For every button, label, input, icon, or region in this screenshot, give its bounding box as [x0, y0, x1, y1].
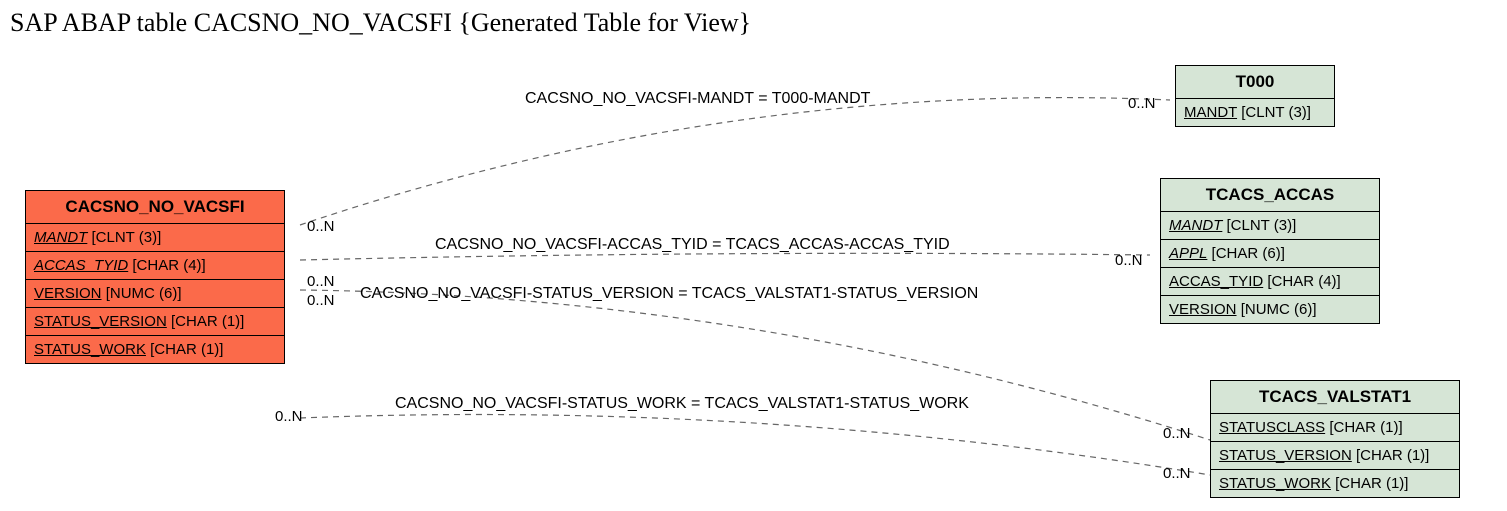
er-diagram: SAP ABAP table CACSNO_NO_VACSFI {Generat… [0, 0, 1507, 511]
field-row: STATUS_WORK [CHAR (1)] [26, 336, 284, 363]
field-row: ACCAS_TYID [CHAR (4)] [1161, 268, 1379, 296]
field-row: MANDT [CLNT (3)] [1176, 99, 1334, 126]
field-row: MANDT [CLNT (3)] [1161, 212, 1379, 240]
entity-header: TCACS_ACCAS [1161, 179, 1379, 212]
entity-header: T000 [1176, 66, 1334, 99]
relation-label: CACSNO_NO_VACSFI-STATUS_VERSION = TCACS_… [360, 285, 978, 303]
entity-tcacs-valstat1: TCACS_VALSTAT1 STATUSCLASS [CHAR (1)] ST… [1210, 380, 1460, 498]
cardinality: 0..N [1128, 95, 1156, 112]
field-row: APPL [CHAR (6)] [1161, 240, 1379, 268]
relation-label: CACSNO_NO_VACSFI-STATUS_WORK = TCACS_VAL… [395, 395, 969, 413]
field-row: VERSION [NUMC (6)] [26, 280, 284, 308]
field-row: VERSION [NUMC (6)] [1161, 296, 1379, 323]
cardinality: 0..N [307, 218, 335, 235]
field-row: MANDT [CLNT (3)] [26, 224, 284, 252]
page-title: SAP ABAP table CACSNO_NO_VACSFI {Generat… [10, 8, 751, 38]
field-row: STATUS_VERSION [CHAR (1)] [26, 308, 284, 336]
cardinality: 0..N [1163, 465, 1191, 482]
entity-header: TCACS_VALSTAT1 [1211, 381, 1459, 414]
cardinality: 0..N [1115, 252, 1143, 269]
field-row: STATUSCLASS [CHAR (1)] [1211, 414, 1459, 442]
cardinality: 0..N [1163, 425, 1191, 442]
cardinality: 0..N [307, 292, 335, 309]
entity-t000: T000 MANDT [CLNT (3)] [1175, 65, 1335, 127]
cardinality: 0..N [307, 273, 335, 290]
field-row: STATUS_VERSION [CHAR (1)] [1211, 442, 1459, 470]
field-row: ACCAS_TYID [CHAR (4)] [26, 252, 284, 280]
cardinality: 0..N [275, 408, 303, 425]
relation-label: CACSNO_NO_VACSFI-MANDT = T000-MANDT [525, 90, 870, 108]
field-row: STATUS_WORK [CHAR (1)] [1211, 470, 1459, 497]
entity-tcacs-accas: TCACS_ACCAS MANDT [CLNT (3)] APPL [CHAR … [1160, 178, 1380, 324]
entity-cacsno-no-vacsfi: CACSNO_NO_VACSFI MANDT [CLNT (3)] ACCAS_… [25, 190, 285, 364]
relation-label: CACSNO_NO_VACSFI-ACCAS_TYID = TCACS_ACCA… [435, 236, 950, 254]
entity-header: CACSNO_NO_VACSFI [26, 191, 284, 224]
